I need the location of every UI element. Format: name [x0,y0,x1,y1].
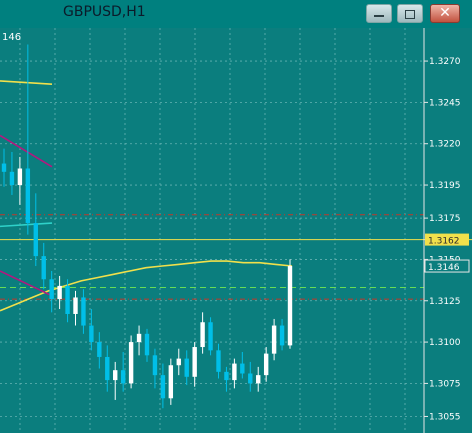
candle-body [232,363,237,381]
axis-tick-label: 1.3100 [429,338,461,348]
candle-body [105,356,110,381]
price-chart[interactable]: 1.32701.32451.32201.31951.31751.31501.31… [0,28,472,433]
candle-body [240,363,245,374]
candle-body [263,353,269,376]
candle-body [9,171,15,186]
chart-window: GBPUSD,H1 ✕ 1.3270 1.3245 1.3220 1.3195 1.31… [0,0,472,433]
candle-body [287,266,293,346]
axis-tick-label: 1.3245 [429,98,461,108]
candle-body [279,325,285,346]
minimize-button[interactable] [366,4,392,23]
candle-body [113,370,118,381]
candle-body [152,355,158,376]
axis-tick-label: 1.3055 [429,412,461,422]
candle-body [192,347,197,377]
candle-body [17,168,23,186]
minimize-icon [374,15,384,17]
axis-tick-label: 1.3220 [429,140,461,150]
candle-body [136,333,142,343]
candle-body [176,358,181,366]
restore-icon [405,10,415,19]
axis-tick-label: 1.3195 [429,181,461,191]
candle-body [73,297,78,314]
current-price-label: 1.3162 [428,237,460,247]
candle-body [49,279,54,300]
candle-body [224,371,229,381]
title-bar[interactable]: GBPUSD,H1 ✕ [0,0,472,28]
close-icon: ✕ [439,5,451,21]
candle-body [208,322,213,351]
restore-button[interactable] [397,4,423,23]
candle-body [41,256,46,280]
candle-body [184,358,189,377]
candle-body [57,285,62,300]
axis-tick-label: 1.3270 [429,57,461,67]
candle-body [160,375,166,399]
candle-body [33,223,38,257]
candle-body [144,333,150,356]
candle-body [89,325,94,343]
candle-body [97,342,102,357]
candle-body [200,322,205,348]
axis-tick-label: 1.3125 [429,297,461,307]
candle-body [248,373,253,384]
candle-body [81,297,86,326]
axis-tick-label: 1.3175 [429,214,461,224]
candle-body [271,325,277,354]
bid-price-label: 1.3146 [428,263,460,273]
chart-top-left-label: 146 [2,32,21,43]
candle-body [25,168,31,224]
window-title: GBPUSD,H1 [63,4,146,20]
candle-body [168,365,174,399]
candle-body [1,163,7,172]
candle-body [120,370,126,384]
candle-body [256,375,261,384]
axis-tick-label: 1.3075 [429,379,461,389]
candle-body [65,285,70,314]
candle-body [128,342,134,384]
candle-body [216,350,221,372]
close-button[interactable]: ✕ [430,4,460,23]
